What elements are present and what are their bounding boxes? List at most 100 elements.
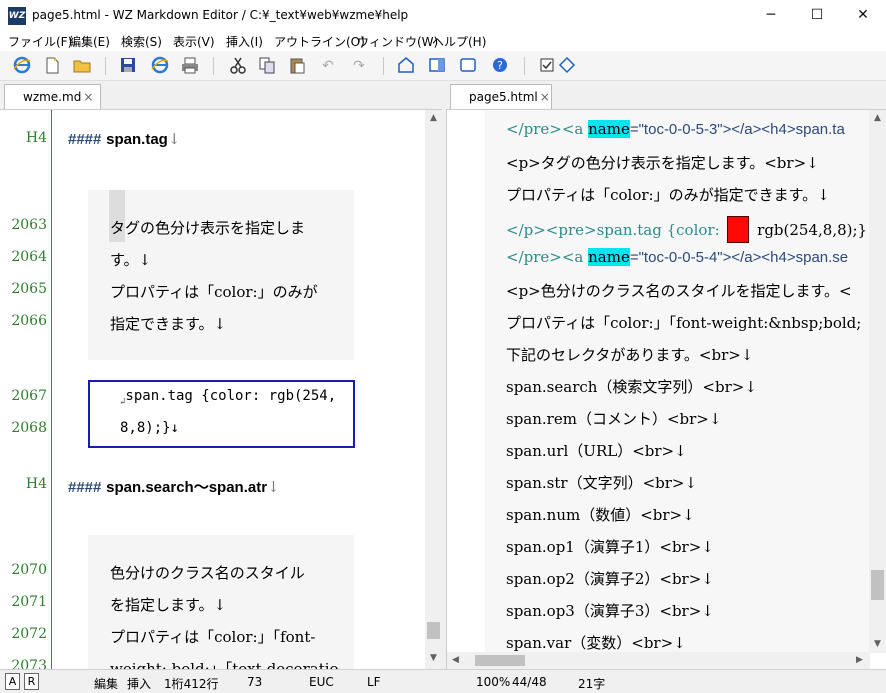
menu-bar: ファイル(F) 編集(E) 検索(S) 表示(V) 挿入(I) アウトライン(O… bbox=[0, 31, 886, 51]
source-line: プロパティは「color:」「font-weight:&nbsp;bold; bbox=[506, 314, 862, 332]
source-line: span.op2（演算子2）<br>↓ bbox=[506, 570, 714, 588]
scroll-up-icon[interactable]: ▲ bbox=[425, 110, 442, 127]
source-line: 下記のセレクタがあります。<br>↓ bbox=[506, 346, 754, 364]
line-number: 2070 bbox=[11, 562, 47, 578]
page-indicator: 44/48 bbox=[512, 675, 547, 689]
maximize-button[interactable]: ☐ bbox=[794, 0, 840, 31]
close-button[interactable]: ✕ bbox=[840, 0, 886, 31]
menu-insert[interactable]: 挿入(I) bbox=[226, 33, 263, 50]
menu-search[interactable]: 検索(S) bbox=[121, 33, 162, 50]
scroll-down-icon[interactable]: ▼ bbox=[869, 636, 886, 653]
menu-outline[interactable]: アウトライン(O) bbox=[274, 33, 365, 50]
right-horizontal-scrollbar[interactable]: ◀ ▶ bbox=[447, 652, 870, 669]
status-bar: A R 編集 挿入 1桁412行 73 EUC LF 100% 44/48 21… bbox=[0, 669, 886, 693]
tab-label: wzme.md bbox=[23, 90, 82, 104]
source-line: span.url（URL）<br>↓ bbox=[506, 442, 687, 460]
print-icon[interactable] bbox=[180, 56, 200, 76]
paragraph-line: す。↓ bbox=[110, 251, 152, 269]
paste-icon[interactable] bbox=[287, 56, 307, 76]
code-line: ↲span.tag {color: rgb(254, bbox=[120, 388, 337, 407]
help-icon[interactable]: ? bbox=[490, 56, 510, 76]
tab-label: page5.html bbox=[469, 90, 538, 104]
source-line: span.search（検索文字列）<br>↓ bbox=[506, 378, 757, 396]
scrollbar-thumb[interactable] bbox=[871, 570, 884, 600]
source-line: <p>色分けのクラス名のスタイルを指定します。< bbox=[506, 282, 852, 300]
new-file-icon[interactable] bbox=[42, 56, 62, 76]
scroll-down-icon[interactable]: ▼ bbox=[425, 650, 442, 667]
source-line: プロパティは「color:」のみが指定できます。↓ bbox=[506, 186, 830, 204]
scrollbar-thumb[interactable] bbox=[475, 655, 525, 666]
source-line: span.op1（演算子1）<br>↓ bbox=[506, 538, 714, 556]
source-line: </pre><a name="toc-0-0-5-3"></a><h4>span… bbox=[506, 120, 845, 138]
tab-wzme-md[interactable]: wzme.md × bbox=[4, 84, 101, 109]
close-tab-icon[interactable]: × bbox=[540, 90, 550, 104]
source-line: </p><pre>span.tag {color: rgb(254,8,8);}… bbox=[506, 216, 880, 243]
status-toggle-r[interactable]: R bbox=[24, 673, 39, 690]
line-number: 2067 bbox=[11, 388, 47, 404]
diamond-icon[interactable] bbox=[557, 56, 577, 76]
save-icon[interactable] bbox=[118, 56, 138, 76]
checkbox-icon[interactable] bbox=[537, 56, 557, 76]
insert-mode: 挿入 bbox=[127, 677, 152, 691]
tab-strip: wzme.md × page5.html × bbox=[0, 81, 886, 109]
cut-icon[interactable] bbox=[228, 56, 248, 76]
source-line: </pre><a name="toc-0-0-5-4"></a><h4>span… bbox=[506, 248, 849, 266]
copy-icon[interactable] bbox=[257, 56, 277, 76]
scroll-up-icon[interactable]: ▲ bbox=[869, 110, 886, 127]
search-highlight: name bbox=[588, 248, 630, 266]
line-number: 2066 bbox=[11, 313, 47, 329]
scrollbar-thumb[interactable] bbox=[427, 622, 440, 639]
menu-file[interactable]: ファイル(F) bbox=[8, 33, 72, 50]
color-swatch bbox=[727, 216, 750, 243]
scroll-right-icon[interactable]: ▶ bbox=[851, 652, 868, 669]
heading-text: span.tag bbox=[106, 131, 168, 148]
sidebar-icon[interactable] bbox=[427, 56, 447, 76]
preview-icon[interactable] bbox=[150, 56, 170, 76]
heading-level-label: H4 bbox=[25, 130, 47, 146]
heading-line: #### span.search～span.atr↓ bbox=[68, 478, 280, 496]
line-number: 2072 bbox=[11, 626, 47, 642]
menu-view[interactable]: 表示(V) bbox=[173, 33, 215, 50]
column-number: 73 bbox=[247, 675, 263, 689]
left-vertical-scrollbar[interactable]: ▲ ▼ bbox=[425, 110, 442, 669]
search-highlight: name bbox=[588, 120, 630, 138]
line-number: 2063 bbox=[11, 217, 47, 233]
home-icon[interactable] bbox=[396, 56, 416, 76]
line-ending: LF bbox=[367, 675, 381, 689]
line-number: 2068 bbox=[11, 420, 47, 436]
browser-icon[interactable] bbox=[12, 56, 32, 76]
markdown-editor-pane[interactable]: H4 2063 2064 2065 2066 2067 2068 H4 2070… bbox=[0, 109, 442, 669]
right-vertical-scrollbar[interactable]: ▲ ▼ bbox=[869, 110, 886, 653]
encoding: EUC bbox=[309, 675, 334, 689]
scroll-left-icon[interactable]: ◀ bbox=[447, 652, 464, 669]
line-number: 2071 bbox=[11, 594, 47, 610]
menu-help[interactable]: ヘルプ(H) bbox=[432, 33, 486, 50]
svg-text:?: ? bbox=[497, 59, 503, 72]
window-icon[interactable] bbox=[458, 56, 478, 76]
menu-edit[interactable]: 編集(E) bbox=[69, 33, 110, 50]
tab-page5-html[interactable]: page5.html × bbox=[450, 84, 552, 109]
minimize-button[interactable]: ─ bbox=[748, 0, 794, 31]
heading-level-label: H4 bbox=[25, 476, 47, 492]
paragraph-line: weight: bold;」「text-decoratio bbox=[110, 660, 339, 669]
char-count: 21字 bbox=[578, 677, 606, 691]
source-line: span.op3（演算子3）<br>↓ bbox=[506, 602, 714, 620]
undo-icon[interactable]: ↶ bbox=[318, 56, 338, 76]
source-line: span.num（数値）<br>↓ bbox=[506, 506, 695, 524]
paragraph-line: プロパティは「color:」「font- bbox=[110, 628, 316, 646]
status-toggle-a[interactable]: A bbox=[5, 673, 20, 690]
edit-mode: 編集 bbox=[94, 677, 119, 691]
menu-window[interactable]: ウィンドウ(W) bbox=[357, 33, 438, 50]
open-folder-icon[interactable] bbox=[72, 56, 92, 76]
cursor-position: 1桁412行 bbox=[164, 677, 219, 691]
close-tab-icon[interactable]: × bbox=[83, 90, 93, 104]
zoom-level: 100% bbox=[476, 675, 511, 689]
paragraph-block bbox=[88, 190, 354, 360]
source-line: span.str（文字列）<br>↓ bbox=[506, 474, 698, 492]
html-source-pane[interactable]: </pre><a name="toc-0-0-5-3"></a><h4>span… bbox=[446, 109, 886, 669]
paragraph-line: 色分けのクラス名のスタイル bbox=[110, 564, 305, 582]
line-number: 2073 bbox=[11, 658, 47, 669]
line-number: 2064 bbox=[11, 249, 47, 265]
heading-line: #### span.tag↓ bbox=[68, 130, 181, 148]
redo-icon[interactable]: ↷ bbox=[349, 56, 369, 76]
